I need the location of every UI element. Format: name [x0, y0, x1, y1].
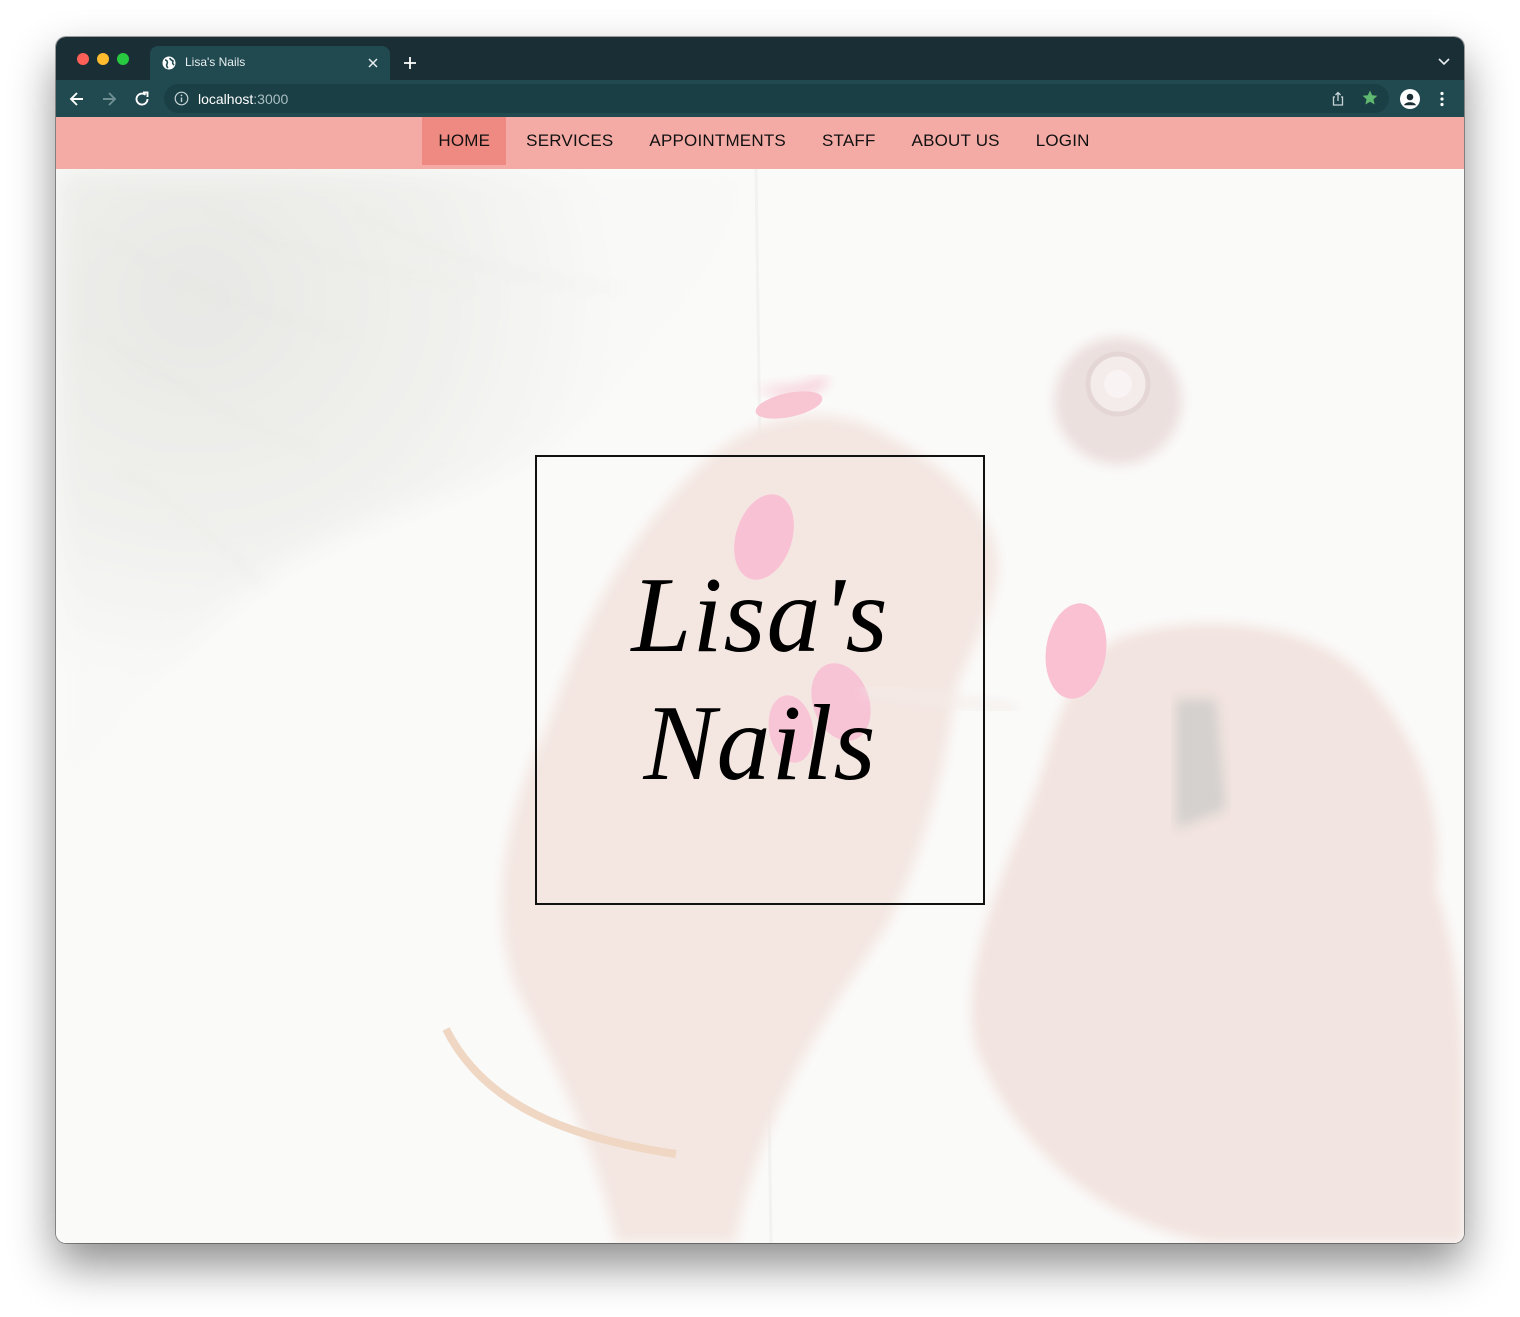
url-host: localhost	[198, 91, 254, 107]
maximize-window-button[interactable]	[117, 53, 129, 65]
more-menu-icon[interactable]	[1433, 90, 1451, 108]
bookmark-star-icon[interactable]	[1361, 89, 1379, 107]
hero-title-box: Lisa's Nails	[535, 455, 985, 905]
close-window-button[interactable]	[77, 53, 89, 65]
nav-appointments[interactable]: APPOINTMENTS	[633, 117, 802, 165]
forward-arrow-icon[interactable]	[100, 90, 118, 108]
back-arrow-icon[interactable]	[68, 90, 86, 108]
hero-section: Lisa's Nails	[56, 169, 1464, 1243]
main-navigation: HOME SERVICES APPOINTMENTS STAFF ABOUT U…	[56, 117, 1464, 169]
browser-tab[interactable]: Lisa's Nails	[150, 46, 390, 80]
info-icon[interactable]	[174, 91, 189, 106]
nav-staff[interactable]: STAFF	[806, 117, 892, 165]
tab-strip: Lisa's Nails	[56, 37, 1464, 80]
globe-icon	[162, 56, 176, 70]
nav-login[interactable]: LOGIN	[1020, 117, 1106, 165]
minimize-window-button[interactable]	[97, 53, 109, 65]
close-tab-icon[interactable]	[366, 56, 380, 70]
new-tab-icon[interactable]	[402, 55, 418, 71]
hero-title-line-2: Nails	[643, 684, 877, 803]
share-icon[interactable]	[1329, 90, 1347, 108]
nav-home[interactable]: HOME	[422, 117, 507, 165]
reload-icon[interactable]	[133, 90, 151, 108]
address-bar[interactable]: localhost:3000	[164, 84, 1389, 113]
nav-about-us[interactable]: ABOUT US	[896, 117, 1016, 165]
profile-avatar-icon[interactable]	[1400, 89, 1420, 109]
url-text: localhost:3000	[198, 91, 288, 107]
chevron-down-icon[interactable]	[1438, 57, 1450, 67]
hero-title-line-1: Lisa's	[631, 556, 889, 675]
browser-window: Lisa's Nails localhost:3000 HOME SERVICE…	[56, 37, 1464, 1243]
nav-services[interactable]: SERVICES	[510, 117, 629, 165]
tab-title: Lisa's Nails	[185, 55, 246, 69]
url-port: :3000	[253, 91, 289, 107]
browser-toolbar: localhost:3000	[56, 80, 1464, 117]
web-page: HOME SERVICES APPOINTMENTS STAFF ABOUT U…	[56, 117, 1464, 1243]
